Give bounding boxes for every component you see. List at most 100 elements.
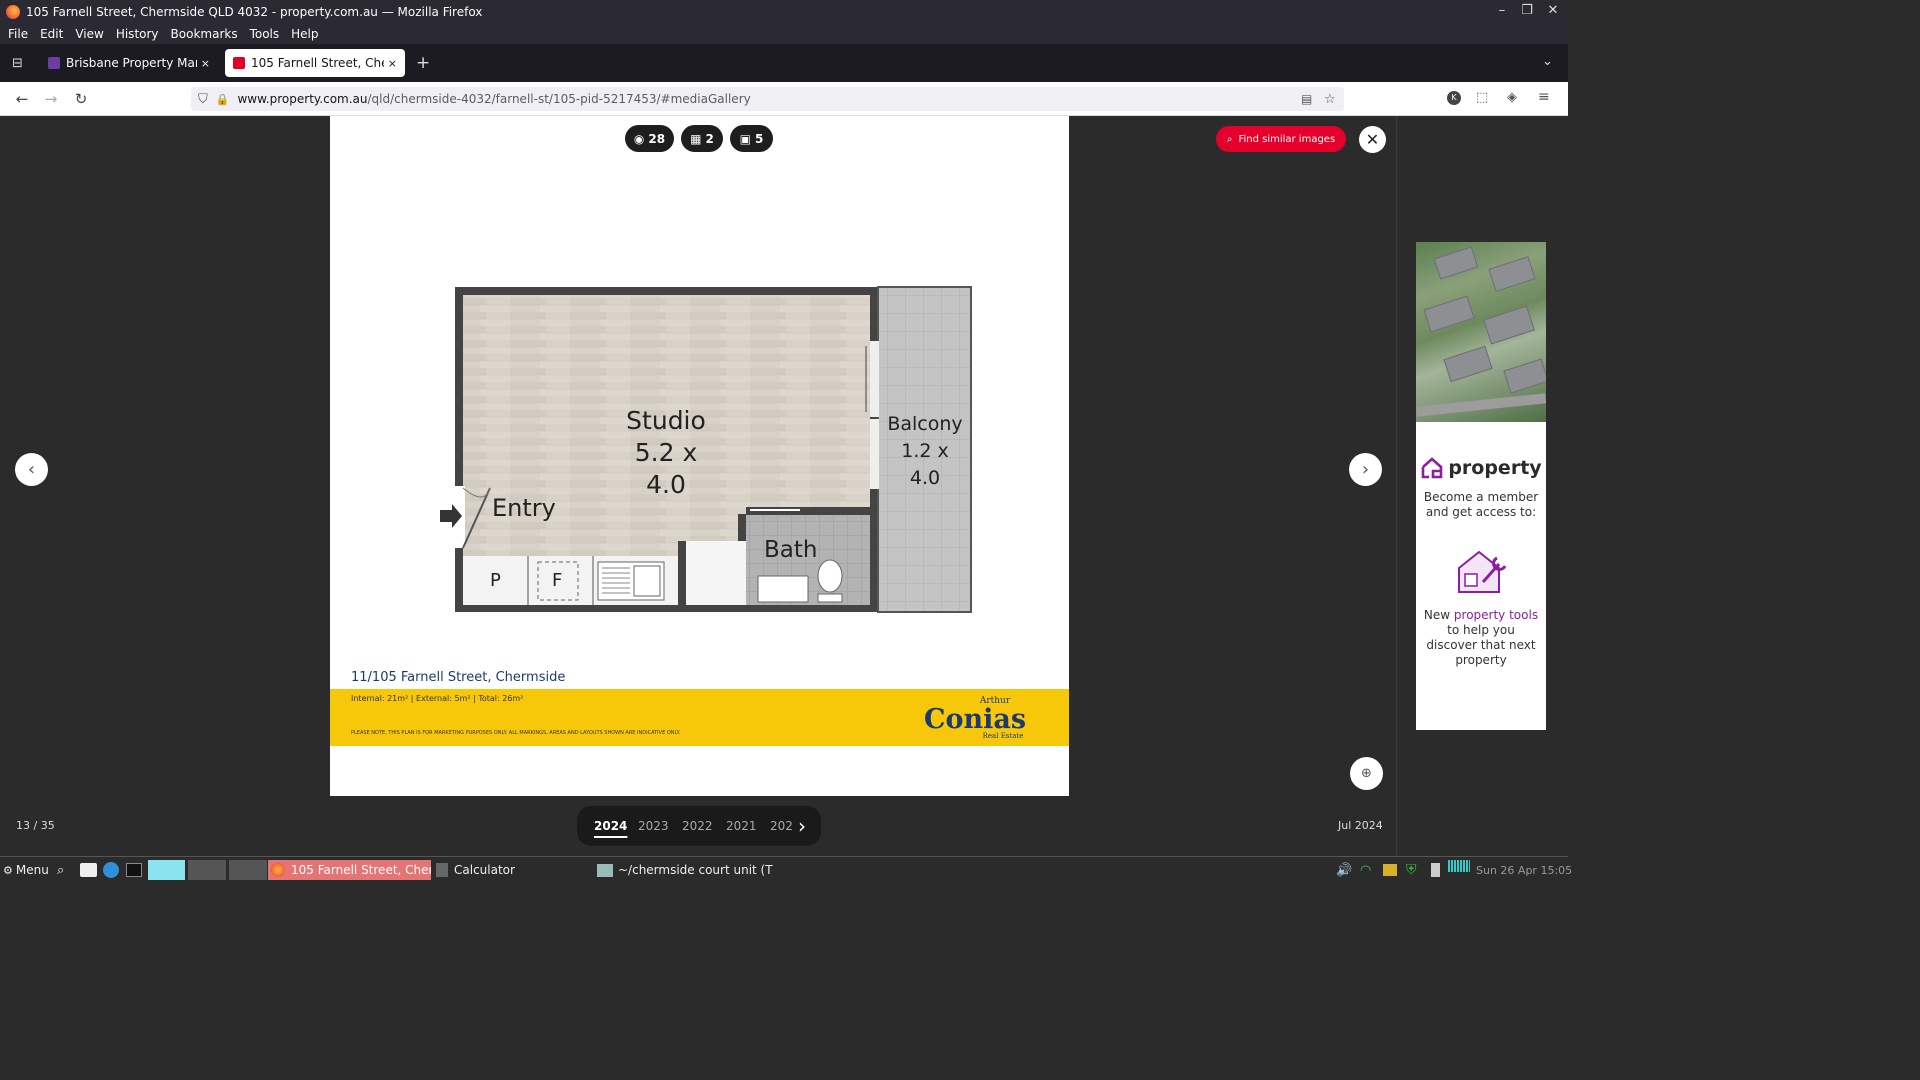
- system-taskbar: ⚙ Menu ⌕ 105 Farnell Street, Cherms Calc…: [0, 856, 1572, 882]
- image-date: Jul 2024: [1338, 819, 1383, 832]
- url-bar[interactable]: ⛉ 🔒 www.property.com.au /qld/chermside-4…: [191, 87, 1344, 111]
- extensions-icon[interactable]: ⬚: [1476, 90, 1488, 105]
- cpu-monitor-icon: [1448, 860, 1470, 872]
- tab-overview-icon[interactable]: ⊟: [12, 56, 23, 71]
- taskbar-firefox-window[interactable]: 105 Farnell Street, Cherms: [268, 860, 431, 880]
- tab-close-icon[interactable]: ×: [201, 57, 210, 70]
- photos-count-pill[interactable]: ◉ 28: [625, 125, 674, 152]
- find-similar-images-button[interactable]: ⌕ Find similar images: [1216, 126, 1346, 152]
- menu-history[interactable]: History: [116, 27, 159, 41]
- menu-tools[interactable]: Tools: [250, 27, 280, 41]
- wifi-icon[interactable]: ◠: [1360, 860, 1371, 880]
- menu-bar: File Edit View History Bookmarks Tools H…: [0, 24, 1568, 44]
- reader-view-icon[interactable]: ▤: [1301, 92, 1312, 106]
- floorplans-count: 2: [705, 131, 714, 146]
- taskbar-firefox-label: 105 Farnell Street, Cherms: [291, 863, 431, 877]
- camera-icon: ◉: [633, 131, 645, 146]
- balcony-label: Balcony 1.2 x 4.0: [884, 411, 966, 492]
- account-icon[interactable]: K: [1447, 91, 1461, 105]
- tab-close-icon[interactable]: ×: [388, 57, 397, 70]
- menu-file[interactable]: File: [8, 27, 28, 41]
- next-image-button[interactable]: ›: [1349, 453, 1382, 486]
- year-tab[interactable]: 2024: [594, 819, 638, 833]
- workspace-3[interactable]: [229, 860, 267, 880]
- taskbar-terminal-label: ~/chermside court unit (T: [618, 863, 773, 877]
- menu-bookmarks[interactable]: Bookmarks: [171, 27, 238, 41]
- firefox-icon: [6, 5, 20, 19]
- fridge-label: F: [552, 570, 563, 591]
- videos-count-pill[interactable]: ▣ 5: [730, 125, 773, 152]
- reload-icon[interactable]: ↻: [71, 90, 91, 108]
- media-gallery: Studio 5.2 x 4.0 Balcony 1.2 x 4.0 Entry…: [0, 116, 1568, 856]
- agent-logo-name: Conias: [923, 704, 1027, 735]
- studio-dimensions: 5.2 x 4.0: [634, 438, 698, 499]
- ad-tools-prefix: New: [1423, 608, 1454, 622]
- taskbar-terminal-window[interactable]: ~/chermside court unit (T: [597, 860, 773, 880]
- calculator-icon: [436, 863, 448, 877]
- property-house-icon: [1422, 457, 1443, 479]
- property-ad[interactable]: property Become a member and get access …: [1416, 242, 1546, 730]
- search-icon[interactable]: ⌕: [57, 860, 64, 880]
- close-window-button[interactable]: ✕: [1542, 3, 1564, 18]
- forward-arrow-icon[interactable]: →: [41, 90, 61, 108]
- clock[interactable]: Sun 26 Apr 15:05: [1476, 860, 1572, 880]
- year-tab[interactable]: 202: [770, 819, 794, 833]
- year-tab[interactable]: 2021: [726, 819, 770, 833]
- previous-image-button[interactable]: ‹: [15, 453, 48, 486]
- back-arrow-icon[interactable]: ←: [12, 90, 32, 108]
- url-path: /qld/chermside-4032/farnell-st/105-pid-5…: [367, 92, 751, 106]
- lock-icon[interactable]: 🔒: [216, 93, 230, 106]
- photos-count: 28: [648, 131, 666, 146]
- bookmark-star-icon[interactable]: ☆: [1324, 92, 1336, 107]
- maximize-button[interactable]: ❐: [1516, 3, 1538, 18]
- terminal-launcher-icon[interactable]: [126, 863, 142, 877]
- hamburger-menu-icon[interactable]: ≡: [1538, 89, 1550, 105]
- property-logo: property: [1416, 456, 1546, 480]
- new-tab-button[interactable]: +: [416, 53, 430, 73]
- zoom-button[interactable]: ⊕: [1350, 757, 1383, 790]
- balcony-dimensions: 1.2 x 4.0: [901, 440, 949, 489]
- ad-aerial-photo: [1416, 242, 1546, 422]
- tab-farnell-street[interactable]: 105 Farnell Street, Cherm ×: [225, 49, 405, 77]
- list-tabs-icon[interactable]: ⌄: [1542, 54, 1553, 69]
- files-icon[interactable]: [80, 863, 97, 877]
- image-counter: 13 / 35: [16, 819, 55, 832]
- close-gallery-button[interactable]: ✕: [1359, 126, 1386, 153]
- plan-address: 11/105 Farnell Street, Chermside: [351, 670, 566, 685]
- menu-view[interactable]: View: [75, 27, 103, 41]
- extension-puzzle-icon[interactable]: ◈: [1507, 90, 1517, 105]
- menu-help[interactable]: Help: [291, 27, 318, 41]
- videos-count: 5: [754, 131, 764, 146]
- drive-icon[interactable]: [1383, 864, 1397, 876]
- shield-check-icon[interactable]: ⛨: [1406, 860, 1417, 880]
- taskbar-calculator-window[interactable]: Calculator: [436, 860, 515, 880]
- folder-icon: [597, 863, 613, 877]
- year-tab[interactable]: 2022: [682, 819, 726, 833]
- ad-tools-text: New property tools to help you discover …: [1416, 608, 1546, 668]
- year-selector: 2024 2023 2022 2021 202 ›: [577, 806, 821, 846]
- zoom-in-icon: ⊕: [1361, 766, 1372, 781]
- studio-label: Studio 5.2 x 4.0: [612, 405, 720, 501]
- property-brand-text: property: [1448, 457, 1542, 479]
- tab-favicon-icon: [233, 57, 245, 69]
- tab-favicon-icon: [48, 57, 60, 69]
- find-similar-label: Find similar images: [1238, 133, 1336, 145]
- menu-edit[interactable]: Edit: [40, 27, 63, 41]
- chevron-left-icon: ‹: [27, 459, 36, 480]
- minimize-button[interactable]: –: [1491, 3, 1513, 18]
- start-menu-button[interactable]: ⚙ Menu: [3, 860, 49, 880]
- battery-icon[interactable]: [1431, 863, 1440, 877]
- volume-icon[interactable]: 🔊: [1336, 860, 1352, 880]
- shield-icon[interactable]: ⛉: [198, 92, 208, 107]
- plan-disclaimer: PLEASE NOTE, THIS PLAN IS FOR MARKETING …: [351, 730, 681, 736]
- floorplans-count-pill[interactable]: ▦ 2: [681, 125, 723, 152]
- tab-brisbane-property[interactable]: Brisbane Property Manag ×: [40, 49, 218, 77]
- floorplan-icon: ▦: [690, 131, 702, 146]
- chevron-right-icon[interactable]: ›: [798, 814, 806, 838]
- year-tab[interactable]: 2023: [638, 819, 682, 833]
- workspace-2[interactable]: [188, 860, 226, 880]
- workspace-1[interactable]: [148, 860, 185, 880]
- house-tools-icon: [1416, 546, 1546, 596]
- plan-areas: Internal: 21m² | External: 5m² | Total: …: [351, 694, 524, 703]
- browser-launcher-icon[interactable]: [103, 862, 119, 878]
